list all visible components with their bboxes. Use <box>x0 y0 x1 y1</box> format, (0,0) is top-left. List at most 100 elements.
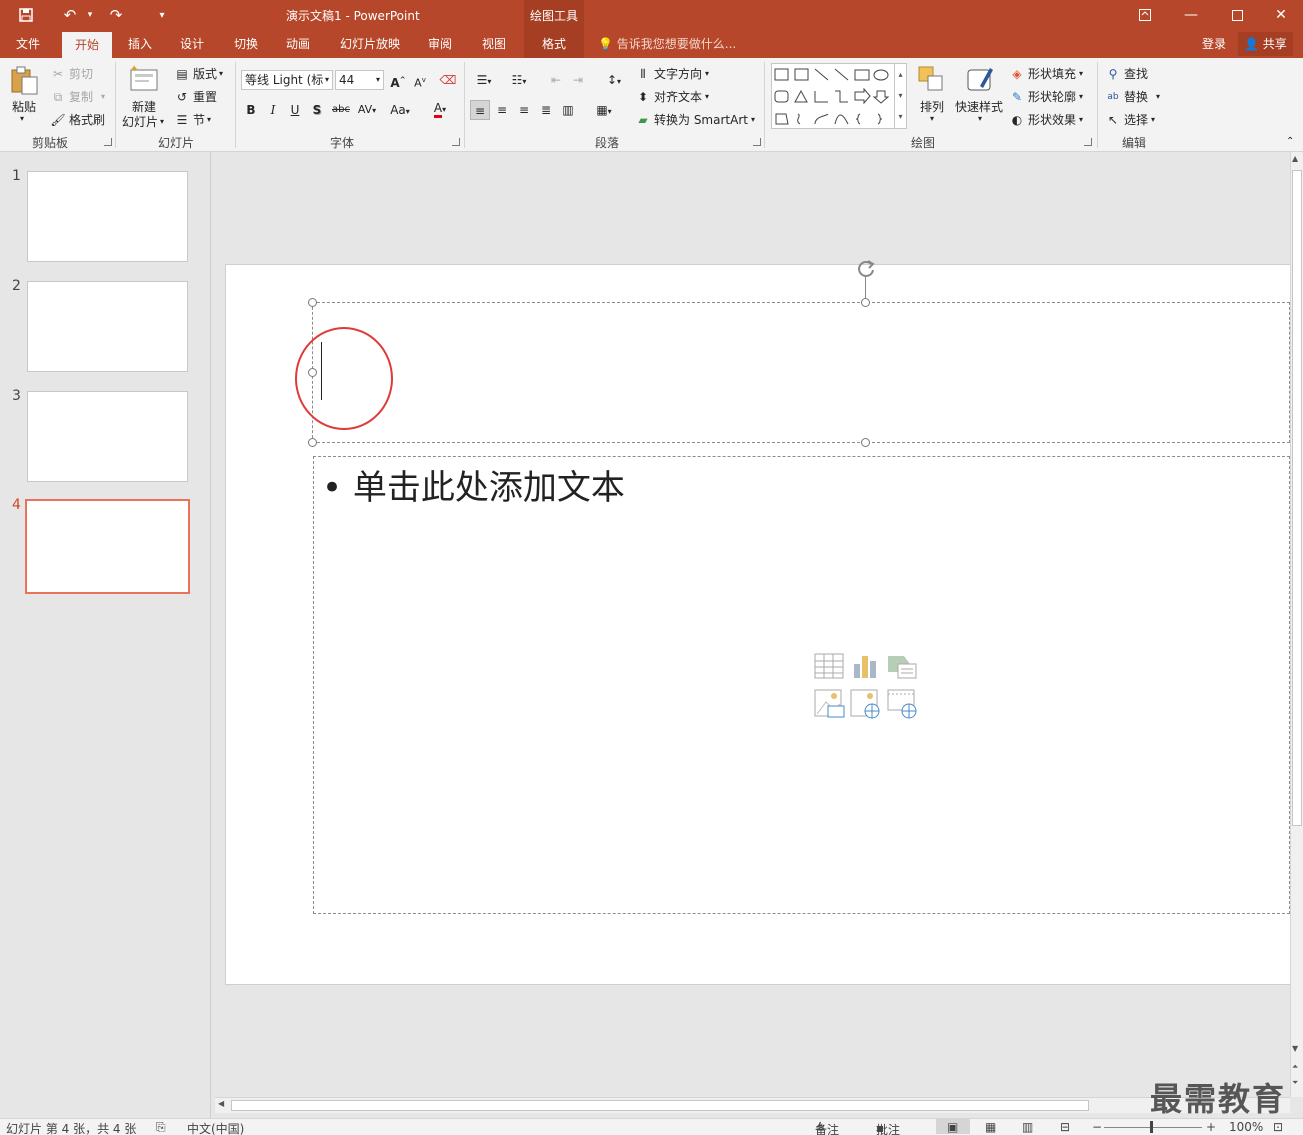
tell-me-search[interactable]: 💡 告诉我您想要做什么... <box>598 30 736 58</box>
slideshow-view-icon[interactable]: ⊟ <box>1060 1120 1070 1134</box>
zoom-slider[interactable] <box>1104 1127 1202 1128</box>
tab-file[interactable]: 文件 <box>2 30 54 58</box>
maximize-icon[interactable] <box>1214 0 1260 30</box>
quick-styles-icon[interactable] <box>964 64 996 96</box>
tab-review[interactable]: 审阅 <box>416 30 464 58</box>
insert-table-icon[interactable] <box>814 653 844 679</box>
bullets-icon[interactable]: ☰▾ <box>470 70 498 90</box>
shadow-button[interactable]: S <box>307 100 327 120</box>
replace-button[interactable]: ab 替换 ▾ <box>1105 88 1160 105</box>
tab-design[interactable]: 设计 <box>168 30 216 58</box>
title-placeholder[interactable] <box>312 302 1290 443</box>
find-button[interactable]: ⚲ 查找 <box>1105 65 1148 82</box>
shape-outline-button[interactable]: ✎ 形状轮廓 ▾ <box>1009 88 1083 105</box>
horizontal-scrollbar[interactable]: ◀ <box>215 1097 1290 1113</box>
ribbon-display-icon[interactable] <box>1122 0 1168 30</box>
spelling-icon[interactable]: ⎘ <box>156 1120 166 1135</box>
new-slide-icon[interactable]: ✦ <box>128 64 160 96</box>
insert-chart-icon[interactable] <box>854 656 876 678</box>
close-icon[interactable]: ✕ <box>1258 0 1303 30</box>
align-left-icon[interactable]: ≡ <box>470 100 490 120</box>
undo-dropdown-icon[interactable]: ▾ <box>78 4 102 26</box>
font-name-combo[interactable]: 等线 Light (标 ▾ <box>241 70 333 90</box>
redo-icon[interactable]: ↷ <box>104 4 128 26</box>
vertical-scroll-thumb[interactable] <box>1292 170 1302 826</box>
content-placeholder-text[interactable]: • 单击此处添加文本 <box>322 460 625 509</box>
reset-button[interactable]: ↺ 重置 <box>174 88 217 105</box>
resize-handle[interactable] <box>308 298 317 307</box>
paste-dropdown-icon[interactable]: ▾ <box>20 114 24 123</box>
share-button[interactable]: 👤 共享 <box>1238 32 1293 56</box>
decrease-indent-icon[interactable]: ⇤ <box>546 70 566 90</box>
save-icon[interactable] <box>14 4 38 26</box>
fit-to-window-icon[interactable]: ⊡ <box>1273 1120 1283 1134</box>
language-status[interactable]: 中文(中国) <box>187 1120 244 1135</box>
login-link[interactable]: 登录 <box>1202 30 1226 58</box>
gallery-scroll-icon[interactable]: ▴ ▾ ▾ <box>894 64 906 128</box>
reading-view-icon[interactable]: ▥ <box>1022 1120 1033 1134</box>
customize-qat-icon[interactable]: ▾ <box>150 4 174 26</box>
copy-button[interactable]: ⧉ 复制 ▾ <box>50 88 105 105</box>
scroll-left-icon[interactable]: ◀ <box>218 1099 224 1108</box>
shrink-font-button[interactable]: Av <box>410 70 430 90</box>
quick-styles-dropdown-icon[interactable]: ▾ <box>978 114 982 123</box>
cut-button[interactable]: ✂ 剪切 <box>50 65 93 82</box>
align-text-button[interactable]: ⬍ 对齐文本 ▾ <box>635 88 709 105</box>
format-painter-button[interactable]: 🖌 格式刷 <box>50 111 105 128</box>
numbering-icon[interactable]: ☷▾ <box>504 70 534 90</box>
rotate-handle-icon[interactable] <box>855 258 877 280</box>
paste-button[interactable]: 粘贴 <box>12 98 36 115</box>
italic-button[interactable]: I <box>263 100 283 120</box>
line-spacing-icon[interactable]: ↕▾ <box>600 70 628 90</box>
arrange-button[interactable]: 排列 <box>920 98 944 115</box>
paste-icon[interactable] <box>8 64 40 96</box>
tab-home[interactable]: 开始 <box>62 32 112 58</box>
grow-font-button[interactable]: A^ <box>388 70 408 90</box>
insert-video-icon[interactable] <box>887 689 917 719</box>
shape-fill-button[interactable]: ◈ 形状填充 ▾ <box>1009 65 1083 82</box>
change-case-button[interactable]: Aa▾ <box>386 100 414 120</box>
layout-button[interactable]: ▤ 版式 ▾ <box>174 65 223 82</box>
insert-picture-icon[interactable] <box>814 689 845 718</box>
font-launcher-icon[interactable] <box>452 138 460 146</box>
paragraph-launcher-icon[interactable] <box>753 138 761 146</box>
insert-online-picture-icon[interactable] <box>850 689 880 719</box>
previous-slide-icon[interactable]: ⏶ <box>1292 1062 1298 1072</box>
bold-button[interactable]: B <box>241 100 261 120</box>
zoom-level[interactable]: 100% <box>1229 1120 1263 1134</box>
zoom-in-icon[interactable]: + <box>1206 1120 1216 1134</box>
collapse-ribbon-icon[interactable]: ⌃ <box>1286 136 1294 147</box>
slide-thumbnail[interactable] <box>27 391 188 482</box>
resize-handle[interactable] <box>861 438 870 447</box>
clipboard-launcher-icon[interactable] <box>104 138 112 146</box>
next-slide-icon[interactable]: ⏷ <box>1292 1078 1298 1088</box>
zoom-slider-thumb[interactable] <box>1150 1121 1153 1133</box>
minimize-icon[interactable]: — <box>1168 0 1214 30</box>
tab-insert[interactable]: 插入 <box>116 30 164 58</box>
tab-format[interactable]: 格式 <box>524 30 584 58</box>
tab-slideshow[interactable]: 幻灯片放映 <box>330 30 410 58</box>
section-button[interactable]: ☰ 节 ▾ <box>174 111 211 128</box>
slide-sorter-icon[interactable]: ▦ <box>985 1120 996 1134</box>
resize-handle[interactable] <box>861 298 870 307</box>
tab-animations[interactable]: 动画 <box>274 30 322 58</box>
select-button[interactable]: ↖ 选择 ▾ <box>1105 111 1155 128</box>
columns-icon[interactable]: ▦▾ <box>590 100 618 120</box>
tab-view[interactable]: 视图 <box>470 30 518 58</box>
increase-indent-icon[interactable]: ⇥ <box>568 70 588 90</box>
align-right-icon[interactable]: ≡ <box>514 100 534 120</box>
new-slide-button[interactable]: 幻灯片 ▾ <box>122 113 164 130</box>
scroll-down-icon[interactable]: ▼ <box>1292 1044 1298 1053</box>
slide-thumbnail-selected[interactable] <box>25 499 190 594</box>
insert-smartart-icon[interactable] <box>888 656 917 679</box>
tab-transitions[interactable]: 切换 <box>222 30 270 58</box>
arrange-icon[interactable] <box>916 64 948 96</box>
font-color-button[interactable]: A▾ <box>426 98 454 118</box>
zoom-out-icon[interactable]: − <box>1092 1120 1102 1134</box>
strikethrough-button[interactable]: abc <box>330 100 352 120</box>
quick-styles-button[interactable]: 快速样式 <box>955 98 1003 115</box>
slide-thumbnail[interactable] <box>27 281 188 372</box>
underline-button[interactable]: U <box>285 100 305 120</box>
slide-thumbnail[interactable] <box>27 171 188 262</box>
align-center-icon[interactable]: ≡ <box>492 100 512 120</box>
